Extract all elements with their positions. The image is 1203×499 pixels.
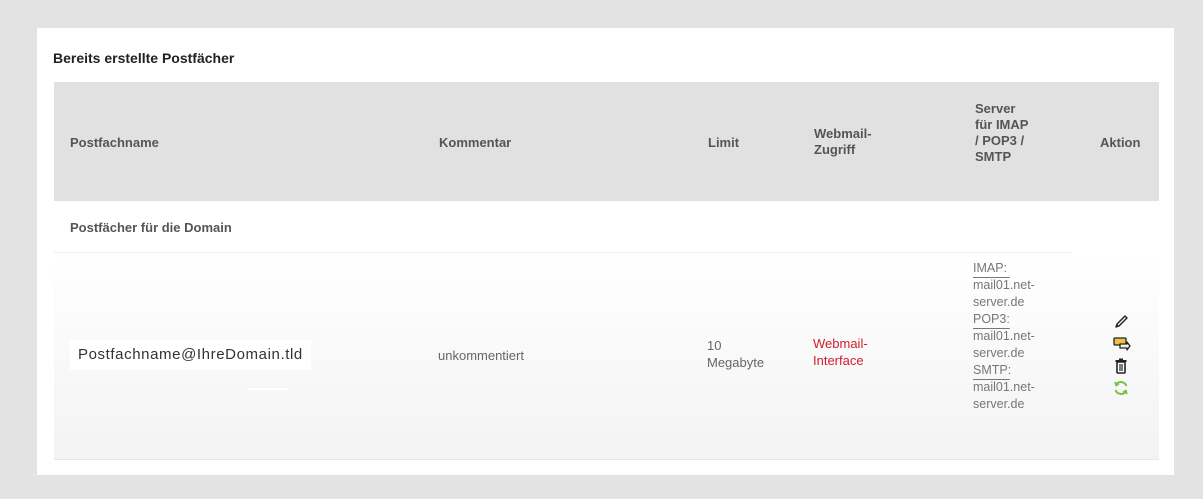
forward-icon[interactable]	[1111, 334, 1131, 354]
col-header-server: Server für IMAP / POP3 / SMTP	[975, 101, 1028, 165]
col-header-server-line4: SMTP	[975, 149, 1012, 164]
imap-host-name: mail01	[973, 278, 1010, 292]
server-info: IMAP: mail01.net- server.de POP3: mail01…	[973, 260, 1055, 413]
imap-host-mid: .net-	[1009, 278, 1035, 292]
smtp-host: mail01.net-	[973, 379, 1055, 396]
col-header-action: Aktion	[1100, 135, 1141, 150]
webmail-link-line2: Interface	[813, 353, 864, 368]
imap-host-domain: server.de	[973, 295, 1025, 309]
col-header-server-line1: Server	[975, 101, 1016, 116]
delete-icon[interactable]	[1111, 356, 1131, 376]
name-underline	[247, 388, 289, 390]
limit-unit: Megabyte	[707, 355, 765, 370]
section-label: Postfächer für die Domain	[70, 220, 232, 235]
col-header-limit: Limit	[708, 135, 740, 150]
mailbox-comment: unkommentiert	[438, 348, 524, 363]
col-header-webmail: Webmail- Zugriff	[814, 126, 872, 158]
col-header-server-line3: / POP3 /	[975, 133, 1025, 148]
smtp-label: SMTP:	[973, 363, 1012, 377]
col-header-webmail-line1: Webmail-	[814, 126, 872, 141]
smtp-host-name: mail01	[973, 380, 1010, 394]
table-header: Postfachname Kommentar Limit Webmail- Zu…	[54, 82, 1159, 201]
imap-label: IMAP:	[973, 261, 1008, 275]
col-header-comment: Kommentar	[439, 135, 512, 150]
pop3-host: mail01.net-	[973, 328, 1055, 345]
panel-title: Bereits erstellte Postfächer	[53, 50, 235, 66]
webmail-interface-link[interactable]: Webmail- Interface	[813, 335, 868, 369]
pop3-host-mid: .net-	[1009, 329, 1035, 343]
smtp-host-mid: .net-	[1009, 380, 1035, 394]
table-row: Postfachname@IhreDomain.tld unkommentier…	[54, 253, 1159, 460]
col-header-webmail-line2: Zugriff	[814, 142, 856, 157]
pop3-host-name: mail01	[973, 329, 1010, 343]
smtp-host-domain: server.de	[973, 397, 1025, 411]
pop3-host-domain: server.de	[973, 346, 1025, 360]
refresh-icon[interactable]	[1111, 378, 1131, 398]
webmail-link-line1: Webmail-	[813, 336, 868, 351]
col-header-name: Postfachname	[70, 135, 159, 150]
imap-host: mail01.net-	[973, 277, 1055, 294]
col-header-server-line2: für IMAP	[975, 117, 1029, 132]
limit-value: 10	[707, 338, 722, 353]
edit-icon[interactable]	[1111, 312, 1131, 332]
row-actions	[1101, 312, 1141, 400]
mailbox-panel: Bereits erstellte Postfächer Postfachnam…	[37, 28, 1174, 475]
mailbox-limit: 10 Megabyte	[707, 337, 764, 371]
pop3-label: POP3:	[973, 312, 1010, 326]
mailbox-name: Postfachname@IhreDomain.tld	[70, 340, 311, 370]
